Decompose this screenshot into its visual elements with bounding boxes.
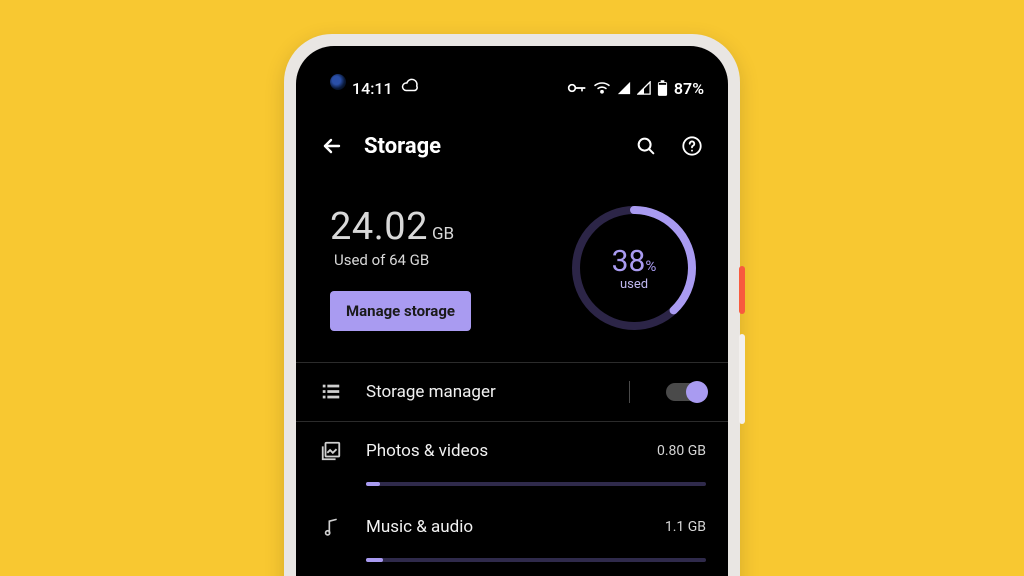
wifi-icon [593,81,611,95]
music-icon [318,514,344,540]
photos-progress [366,482,706,486]
usage-percent-sign: % [645,257,656,275]
manage-storage-button[interactable]: Manage storage [330,291,471,331]
front-camera [330,74,346,90]
storage-manager-toggle[interactable] [666,383,706,401]
row-music-audio[interactable]: Music & audio 1.1 GB [296,498,728,550]
app-bar: Storage [296,110,728,172]
usage-percent-value: 38 [612,244,646,279]
usage-ring: 38% used [566,200,702,336]
help-icon [681,135,703,157]
used-amount-unit: GB [432,224,454,244]
phone-frame: 14:11 [284,34,740,576]
photos-icon [318,438,344,464]
signal-2-icon [637,81,651,95]
music-value: 1.1 GB [665,519,706,535]
battery-icon [657,80,668,97]
stage: 14:11 [0,0,1024,576]
storage-manager-icon [318,379,344,405]
photos-label: Photos & videos [366,441,635,461]
photos-value: 0.80 GB [657,443,706,459]
usage-percent-label: used [620,277,648,292]
row-photos-videos[interactable]: Photos & videos 0.80 GB [296,422,728,474]
search-icon [635,135,657,157]
search-button[interactable] [632,132,660,160]
signal-1-icon [617,81,631,95]
divider-vertical [629,381,630,403]
cloud-icon [401,77,419,99]
arrow-left-icon [320,134,344,158]
storage-summary: 24.02GB Used of 64 GB Manage storage 38% [296,172,728,362]
phone-screen: 14:11 [296,46,728,576]
music-progress [366,558,706,562]
back-button[interactable] [318,132,346,160]
help-button[interactable] [678,132,706,160]
status-time: 14:11 [352,79,393,98]
vpn-key-icon [567,82,587,94]
used-amount-value: 24.02 [330,205,428,249]
used-subtext: Used of 64 GB [334,251,546,269]
status-bar: 14:11 [296,46,728,110]
page-title: Storage [364,134,614,159]
music-label: Music & audio [366,517,643,537]
status-battery-pct: 87% [674,79,704,98]
row-storage-manager[interactable]: Storage manager [296,363,728,421]
storage-manager-label: Storage manager [366,382,607,402]
phone-volume-button [739,334,745,424]
phone-power-button [739,266,745,314]
